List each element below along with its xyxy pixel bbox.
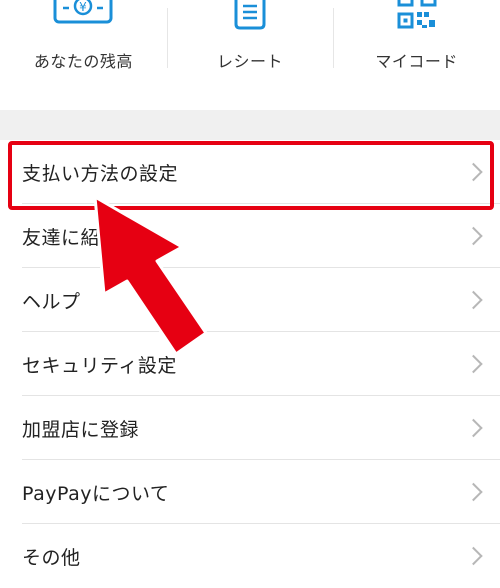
section-divider [0, 110, 500, 140]
settings-menu: 支払い方法の設定 友達に紹介 ヘルプ セキュリティ設定 加盟店に登録 PayPa… [0, 140, 500, 588]
menu-item-invite-friends[interactable]: 友達に紹介 [0, 204, 500, 268]
menu-item-label: 加盟店に登録 [22, 418, 140, 441]
receipt-label: レシート [217, 52, 284, 71]
chevron-right-icon [464, 162, 483, 182]
chevron-right-icon [464, 546, 483, 566]
balance-label: あなたの残高 [33, 52, 133, 71]
menu-item-label: ヘルプ [22, 290, 81, 313]
menu-item-merchant-register[interactable]: 加盟店に登録 [0, 396, 500, 460]
chevron-right-icon [464, 226, 483, 246]
svg-text:¥: ¥ [80, 0, 88, 14]
menu-item-label: 支払い方法の設定 [22, 162, 179, 185]
menu-item-security[interactable]: セキュリティ設定 [0, 332, 500, 396]
menu-item-label: 友達に紹介 [22, 226, 120, 249]
menu-item-label: PayPayについて [22, 482, 170, 505]
chevron-right-icon [464, 354, 483, 374]
menu-item-other[interactable]: その他 [0, 524, 500, 588]
my-code-shortcut[interactable]: マイコード [333, 0, 500, 110]
menu-item-about[interactable]: PayPayについて [0, 460, 500, 524]
receipt-shortcut[interactable]: レシート [166, 0, 334, 110]
shortcut-bar: ¥ あなたの残高 レシート マイコード [0, 0, 500, 110]
chevron-right-icon [464, 482, 483, 502]
menu-item-help[interactable]: ヘルプ [0, 268, 500, 332]
yen-card-icon: ¥ [53, 0, 113, 24]
chevron-right-icon [464, 418, 483, 438]
balance-shortcut[interactable]: ¥ あなたの残高 [0, 0, 167, 110]
menu-item-label: セキュリティ設定 [22, 354, 177, 377]
menu-item-label: その他 [22, 546, 81, 569]
menu-item-payment-method[interactable]: 支払い方法の設定 [0, 140, 500, 204]
chevron-right-icon [464, 290, 483, 310]
receipt-icon [234, 0, 266, 30]
qr-code-icon [397, 0, 437, 29]
my-code-label: マイコード [375, 52, 458, 71]
